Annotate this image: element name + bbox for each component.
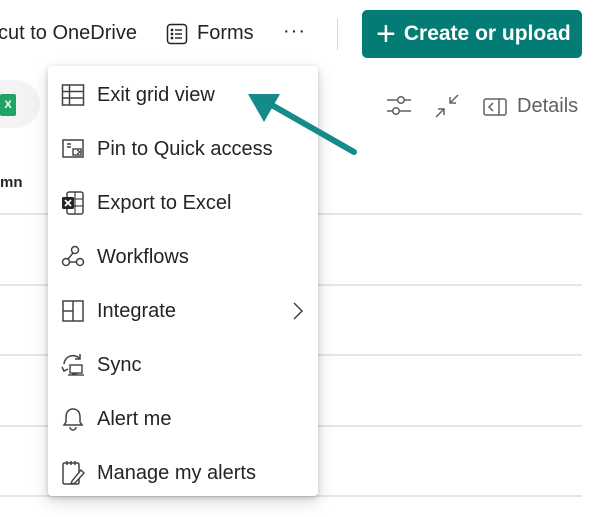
forms-icon bbox=[166, 23, 188, 45]
menu-item-sync[interactable]: Sync bbox=[48, 338, 318, 392]
details-pane-icon bbox=[483, 97, 507, 116]
menu-item-integrate[interactable]: Integrate bbox=[48, 284, 318, 338]
menu-item-workflows[interactable]: Workflows bbox=[48, 230, 318, 284]
plus-icon: + bbox=[376, 15, 396, 53]
grid-icon bbox=[60, 82, 86, 108]
filter-settings-icon[interactable] bbox=[386, 94, 412, 118]
collapse-icon[interactable] bbox=[434, 93, 460, 119]
annotation-arrow-icon bbox=[248, 94, 357, 155]
forms-label: Forms bbox=[197, 22, 254, 44]
excel-icon bbox=[60, 190, 86, 216]
shortcut-to-onedrive-button[interactable]: cut to OneDrive bbox=[0, 22, 137, 45]
sync-icon bbox=[60, 352, 86, 378]
manage-alerts-icon bbox=[60, 460, 86, 486]
bell-icon bbox=[60, 406, 86, 432]
workflows-icon bbox=[60, 244, 86, 270]
menu-item-label: Integrate bbox=[97, 299, 176, 322]
menu-item-label: Sync bbox=[97, 353, 142, 376]
pin-icon bbox=[60, 136, 86, 162]
menu-item-manage-my-alerts[interactable]: Manage my alerts bbox=[48, 446, 318, 500]
menu-item-export-to-excel[interactable]: Export to Excel bbox=[48, 176, 318, 230]
forms-button[interactable]: Forms bbox=[166, 22, 254, 45]
menu-item-label: Workflows bbox=[97, 245, 189, 268]
create-or-upload-label: Create or upload bbox=[403, 22, 571, 45]
menu-item-alert-me[interactable]: Alert me bbox=[48, 392, 318, 446]
menu-item-label: Exit grid view bbox=[97, 83, 215, 106]
toolbar-divider bbox=[337, 18, 338, 50]
excel-badge-icon: X bbox=[0, 94, 16, 116]
integrate-icon bbox=[60, 298, 86, 324]
create-or-upload-button[interactable]: + Create or upload bbox=[362, 10, 582, 58]
details-label: Details bbox=[517, 95, 579, 117]
details-button[interactable]: Details bbox=[483, 95, 578, 118]
column-header[interactable]: mn bbox=[0, 174, 23, 191]
menu-item-label: Manage my alerts bbox=[97, 461, 256, 484]
menu-item-label: Export to Excel bbox=[97, 191, 232, 214]
menu-item-label: Alert me bbox=[97, 407, 172, 430]
chevron-right-icon bbox=[292, 301, 304, 321]
more-options-button[interactable]: ··· bbox=[283, 20, 306, 43]
